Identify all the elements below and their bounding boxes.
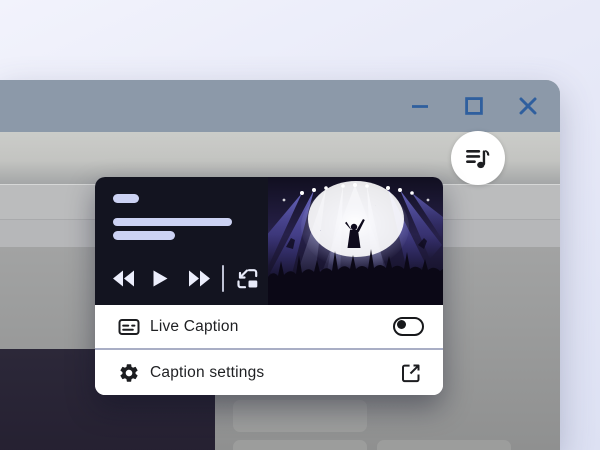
caption-settings-row[interactable]: Caption settings: [95, 350, 443, 395]
maximize-icon[interactable]: [465, 97, 483, 115]
toggle-thumb: [397, 320, 406, 329]
music-playlist-icon: [465, 145, 491, 171]
open-in-new-icon: [400, 362, 422, 384]
now-playing-panel: [95, 177, 268, 305]
album-artwork-concert-photo: [268, 177, 443, 305]
window-titlebar: [0, 80, 560, 132]
settings-gear-icon: [118, 362, 140, 384]
live-caption-icon: [118, 316, 140, 338]
controls-divider: [222, 265, 224, 292]
media-controls-popup: Live Caption Caption settings: [95, 177, 443, 395]
now-playing-card: [95, 177, 443, 305]
previous-track-icon[interactable]: [113, 270, 135, 287]
media-controls-button[interactable]: [451, 131, 505, 185]
picture-in-picture-icon[interactable]: [235, 267, 260, 290]
title-placeholder-bar: [113, 194, 139, 203]
play-icon[interactable]: [153, 270, 168, 287]
window-controls: [411, 80, 537, 132]
caption-settings-label: Caption settings: [150, 364, 264, 382]
page-skeleton-block: [233, 440, 367, 450]
page-skeleton-block: [377, 440, 511, 450]
desktop-background: Live Caption Caption settings: [0, 0, 600, 450]
page-skeleton-block: [233, 400, 367, 432]
title-placeholder-bar: [113, 218, 232, 226]
live-caption-row[interactable]: Live Caption: [95, 305, 443, 348]
close-icon[interactable]: [519, 97, 537, 115]
minimize-icon[interactable]: [411, 97, 429, 115]
live-caption-toggle[interactable]: [393, 317, 424, 336]
concert-stage-image: [268, 177, 443, 305]
title-placeholder-bar: [113, 231, 175, 240]
live-caption-label: Live Caption: [150, 318, 239, 336]
next-track-icon[interactable]: [188, 270, 210, 287]
transport-controls: [113, 265, 260, 292]
